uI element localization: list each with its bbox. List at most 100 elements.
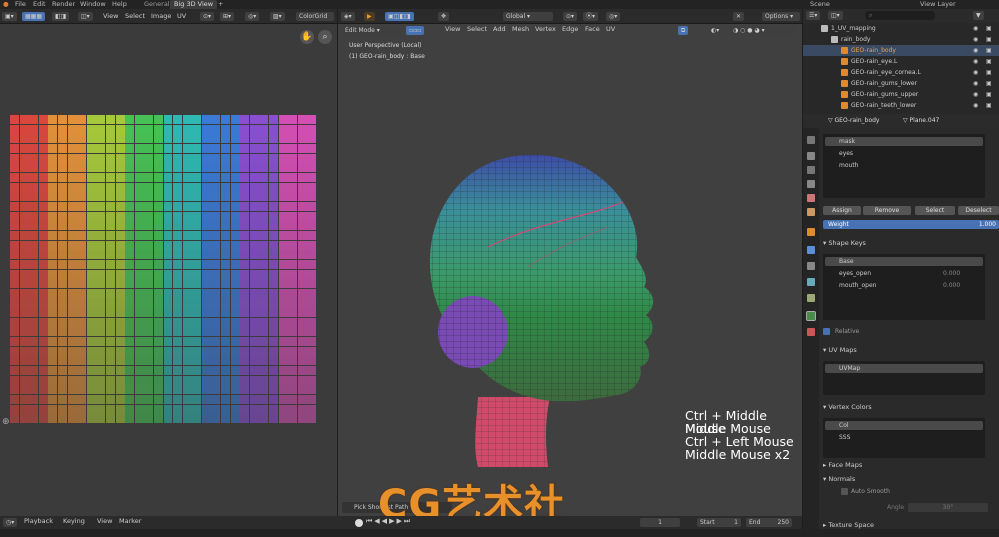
- visibility-eye-icon[interactable]: ◉: [973, 78, 978, 89]
- vp-menu-select[interactable]: Select: [467, 24, 487, 35]
- visibility-eye-icon[interactable]: ◉: [973, 89, 978, 100]
- weight-slider[interactable]: Weight 1.000: [823, 220, 999, 229]
- vertex-color-sss[interactable]: SSS: [839, 434, 850, 441]
- uv-maps-title[interactable]: ▾ UV Maps: [823, 346, 857, 354]
- mode-dropdown[interactable]: Edit Mode ▾: [342, 26, 402, 35]
- uv-menu-image[interactable]: Image: [151, 11, 171, 22]
- render-camera-icon[interactable]: ▣: [986, 45, 992, 56]
- outliner-row[interactable]: GEO-rain_gums_lower ◉ ▣: [803, 78, 999, 89]
- current-frame-field[interactable]: 1: [640, 518, 680, 527]
- timeline-editor-type-icon[interactable]: ◷▾: [3, 518, 18, 527]
- auto-smooth-checkbox[interactable]: [841, 488, 848, 495]
- vertex-edge-face-icon[interactable]: ▫▫▫: [406, 26, 425, 35]
- proportional-icon[interactable]: ◎▾: [245, 12, 260, 21]
- timeline-menu-view[interactable]: View: [97, 516, 112, 527]
- normals-title[interactable]: ▾ Normals: [823, 475, 855, 483]
- uv-menu-uv[interactable]: UV: [177, 11, 186, 22]
- outliner-row[interactable]: rain_body ◉ ▣: [803, 34, 999, 45]
- blender-logo-icon[interactable]: ●: [3, 0, 9, 9]
- timeline-menu-marker[interactable]: Marker: [119, 516, 141, 527]
- tab-big-3d-view[interactable]: Big 3D View: [170, 0, 218, 9]
- shading-mode-icons[interactable]: ◑ ○ ● ◕ ▾: [730, 26, 796, 35]
- deselect-button[interactable]: Deselect: [958, 206, 999, 215]
- output-tab-icon[interactable]: [807, 166, 815, 174]
- particles-tab-icon[interactable]: [807, 262, 815, 270]
- menu-edit[interactable]: Edit: [33, 0, 46, 9]
- image-browse-icon[interactable]: ▨▾: [270, 12, 285, 21]
- orientation-dropdown[interactable]: Global ▾: [503, 12, 553, 21]
- mesh-name-field[interactable]: ▽ Plane.047: [903, 117, 939, 124]
- vp-menu-uv[interactable]: UV: [606, 24, 615, 35]
- angle-field[interactable]: 30°: [908, 503, 988, 512]
- outliner-row[interactable]: GEO-rain_eye_cornea.L ◉ ▣: [803, 67, 999, 78]
- menu-render[interactable]: Render: [52, 0, 75, 9]
- uv-menu-view[interactable]: View: [103, 11, 118, 22]
- vertex-group-eyes[interactable]: eyes: [839, 150, 853, 157]
- close-x-icon[interactable]: ✕: [733, 12, 745, 21]
- shape-keys-title[interactable]: ▾ Shape Keys: [823, 239, 866, 247]
- visibility-eye-icon[interactable]: ◉: [973, 67, 978, 78]
- vertex-group-mouth[interactable]: mouth: [839, 162, 858, 169]
- modifier-tab-icon[interactable]: [807, 246, 815, 254]
- menu-window[interactable]: Window: [80, 0, 106, 9]
- relative-checkbox[interactable]: [823, 328, 830, 335]
- end-frame-field[interactable]: End 250: [746, 518, 792, 527]
- assign-button[interactable]: Assign: [823, 206, 861, 215]
- outliner-row[interactable]: 1_UV_mapping ◉ ▣: [803, 23, 999, 34]
- shape-key-eyes-open[interactable]: eyes_open: [839, 270, 871, 277]
- texture-space-title[interactable]: ▸ Texture Space: [823, 521, 874, 529]
- options-dropdown[interactable]: Options ▾: [762, 12, 800, 21]
- record-icon[interactable]: [355, 519, 363, 527]
- zoom-icon[interactable]: ⌕: [318, 30, 332, 44]
- scene-selector[interactable]: Scene: [810, 0, 830, 9]
- filter-icon[interactable]: ▼: [973, 11, 984, 20]
- data-tab-icon[interactable]: [806, 311, 816, 321]
- uv-menu-select[interactable]: Select: [125, 11, 145, 22]
- image-name-field[interactable]: ColorGrid: [296, 12, 334, 21]
- render-camera-icon[interactable]: ▣: [986, 34, 992, 45]
- select-button[interactable]: Select: [915, 206, 955, 215]
- display-mode-icon[interactable]: ◫▾: [828, 11, 843, 20]
- timeline-menu-keying[interactable]: Keying: [63, 516, 85, 527]
- shape-key-eyes-open-value[interactable]: 0.000: [943, 270, 960, 277]
- timeline-menu-playback[interactable]: Playback: [24, 516, 53, 527]
- vp-menu-mesh[interactable]: Mesh: [512, 24, 529, 35]
- object-tab-icon[interactable]: [807, 228, 815, 236]
- outliner-search-input[interactable]: ⌕: [865, 11, 935, 20]
- visibility-eye-icon[interactable]: ◉: [973, 23, 978, 34]
- select-mode-icon[interactable]: ▦▦▦: [22, 12, 46, 21]
- menu-help[interactable]: Help: [112, 0, 127, 9]
- sync-icon[interactable]: ◧◨: [52, 12, 70, 21]
- render-camera-icon[interactable]: ▣: [986, 100, 992, 111]
- vp-menu-add[interactable]: Add: [493, 24, 506, 35]
- viewport-3d-area[interactable]: User Perspective (Local) (1) GEO-rain_bo…: [338, 37, 802, 528]
- uv-map-name[interactable]: UVMap: [839, 365, 860, 372]
- hand-pan-icon[interactable]: ✋: [300, 30, 314, 44]
- pivot-point-icon[interactable]: ⊙▾: [563, 12, 578, 21]
- render-camera-icon[interactable]: ▣: [986, 89, 992, 100]
- viewport-editor-type-icon[interactable]: ◈▾: [341, 12, 355, 21]
- render-camera-icon[interactable]: ▣: [986, 67, 992, 78]
- add-workspace-icon[interactable]: +: [218, 0, 223, 9]
- snapping-icon[interactable]: ⦿▾: [583, 12, 599, 21]
- outliner-editor-type-icon[interactable]: ☰▾: [806, 11, 821, 20]
- outliner-row[interactable]: GEO-rain_eye.L ◉ ▣: [803, 56, 999, 67]
- transform-icon[interactable]: ✥: [438, 12, 450, 21]
- scene-tab-icon[interactable]: [807, 194, 815, 202]
- world-tab-icon[interactable]: [807, 208, 815, 216]
- select-box-icon[interactable]: ▣◫◧◨: [385, 12, 414, 21]
- proportional-edit-icon[interactable]: ◎▾: [606, 12, 621, 21]
- playback-controls-icon[interactable]: ⏮◀◀▶▶⏭: [366, 517, 412, 526]
- pivot-icon[interactable]: ⊙▾: [200, 12, 215, 21]
- play-icon[interactable]: ▶: [364, 12, 375, 21]
- render-camera-icon[interactable]: ▣: [986, 56, 992, 67]
- visibility-eye-icon[interactable]: ◉: [973, 45, 978, 56]
- sticky-mode-icon[interactable]: ◫▾: [78, 12, 93, 21]
- view-layer-tab-icon[interactable]: [807, 180, 815, 188]
- physics-tab-icon[interactable]: [807, 278, 815, 286]
- material-tab-icon[interactable]: [807, 328, 815, 336]
- uv-editor-area[interactable]: ✋ ⌕ ⊕: [0, 24, 337, 516]
- outliner-row[interactable]: GEO-rain_teeth_lower ◉ ▣: [803, 100, 999, 111]
- object-name-field[interactable]: ▽ GEO-rain_body: [828, 117, 879, 124]
- outliner-row[interactable]: GEO-rain_gums_upper ◉ ▣: [803, 89, 999, 100]
